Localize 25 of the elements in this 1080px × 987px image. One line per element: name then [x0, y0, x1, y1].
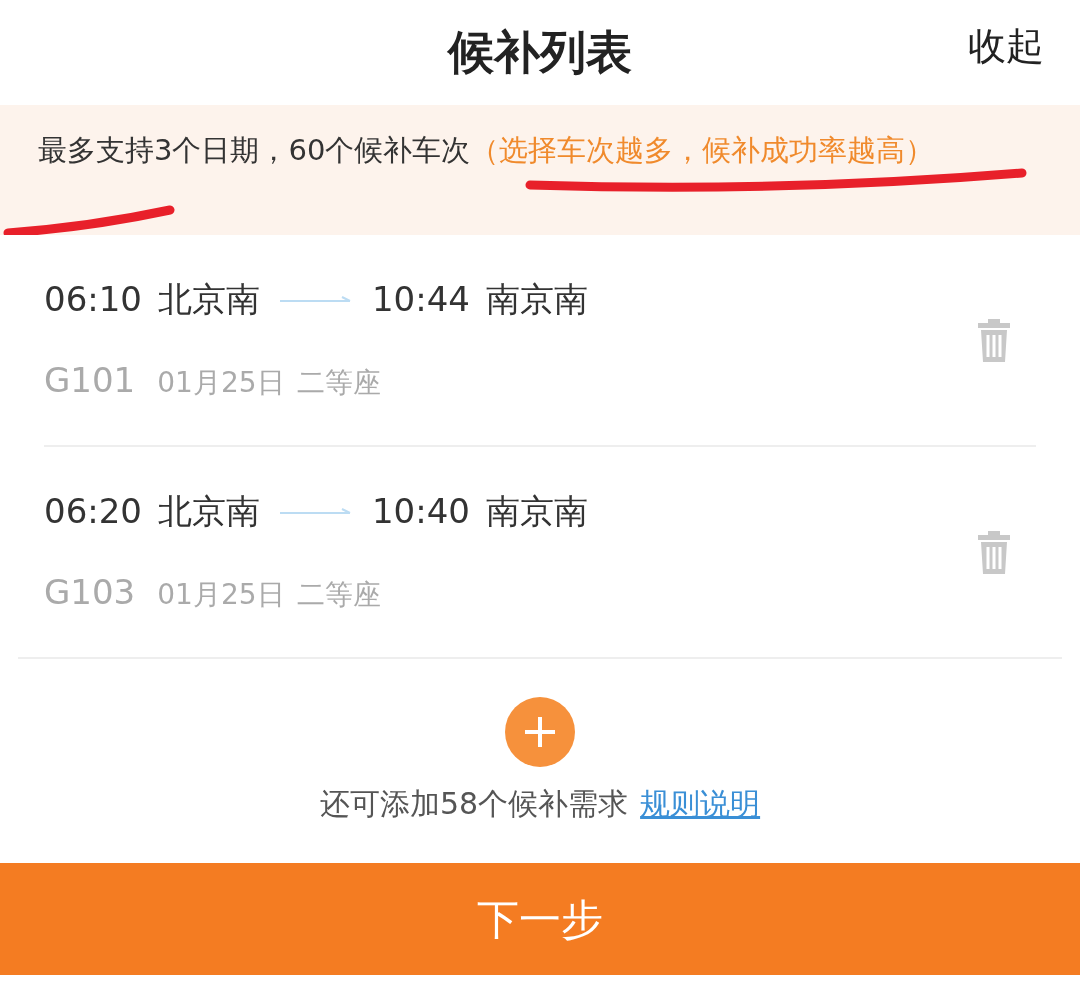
travel-date: 01月25日	[157, 577, 285, 613]
trash-icon[interactable]	[976, 528, 1012, 576]
page-title: 候补列表	[448, 24, 632, 81]
train-number: G103	[44, 571, 136, 614]
trash-icon[interactable]	[976, 316, 1012, 364]
rules-link[interactable]: 规则说明	[640, 781, 761, 826]
arrow-icon	[280, 294, 352, 305]
travel-date: 01月25日	[157, 365, 285, 401]
departure-station: 北京南	[158, 278, 260, 321]
arrival-station: 南京南	[485, 278, 588, 321]
departure-station: 北京南	[158, 490, 260, 533]
next-button[interactable]: 下一步	[0, 863, 1080, 975]
arrival-station: 南京南	[485, 490, 588, 533]
arrival-time: 10:40	[372, 490, 470, 533]
notice-text: 最多支持3个日期，60个候补车次（选择车次越多，候补成功率越高）	[38, 132, 936, 169]
remaining-text: 还可添加58个候补需求	[319, 785, 629, 823]
seat-class: 二等座	[296, 577, 381, 613]
arrow-icon	[280, 506, 352, 517]
departure-time: 06:10	[44, 278, 142, 321]
seat-class: 二等座	[296, 365, 381, 401]
arrival-time: 10:44	[372, 278, 470, 321]
train-number: G101	[44, 359, 136, 402]
collapse-button[interactable]: 收起	[968, 18, 1044, 75]
departure-time: 06:20	[44, 490, 142, 533]
plus-icon	[523, 715, 557, 749]
